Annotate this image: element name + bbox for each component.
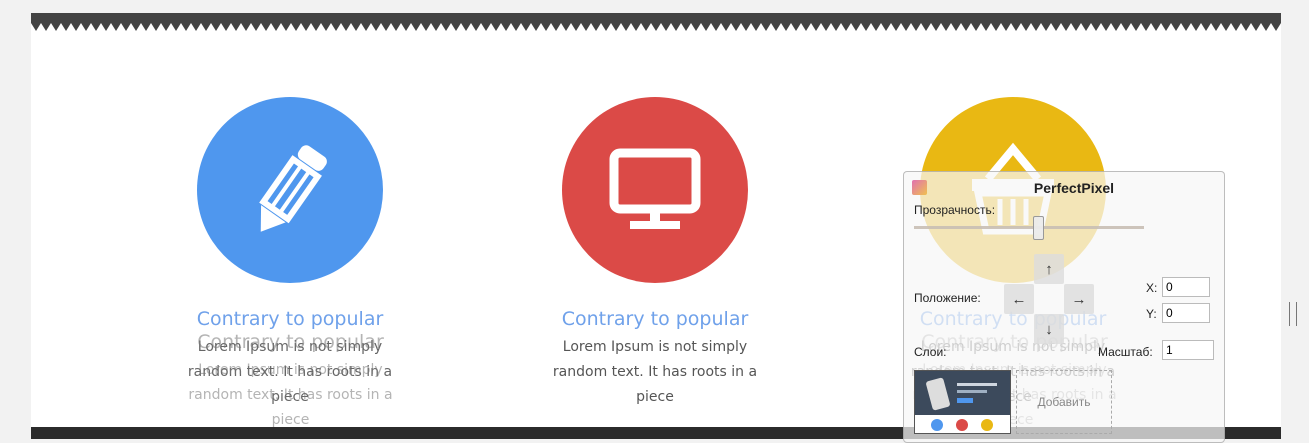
feature-card-1: Contrary to popular Lorem Ipsum is not s…	[160, 97, 420, 428]
y-offset-input[interactable]	[1162, 303, 1210, 323]
opacity-slider-thumb[interactable]	[1033, 216, 1044, 240]
scale-input[interactable]	[1162, 340, 1214, 360]
opacity-slider[interactable]	[914, 226, 1144, 229]
move-left-button[interactable]: ←	[1004, 284, 1034, 314]
x-offset-input[interactable]	[1162, 277, 1210, 297]
feature-title: Contrary to popular	[561, 308, 749, 330]
feature-text: Lorem Ipsum is not simply random text. I…	[552, 339, 758, 405]
opacity-label: Прозрачность:	[914, 203, 996, 217]
scale-label: Масштаб:	[1098, 345, 1153, 359]
x-label: X:	[1146, 281, 1158, 295]
monitor-icon	[562, 97, 748, 283]
add-layer-button[interactable]: Добавить	[1016, 370, 1112, 434]
resize-handle[interactable]	[1289, 302, 1297, 326]
top-zigzag-border	[31, 13, 1281, 31]
perfectpixel-panel: PerfectPixel Прозрачность: Положение: ↑ …	[903, 171, 1225, 443]
pencil-icon	[197, 97, 383, 283]
feature-text: Lorem Ipsum is not simply random text. I…	[187, 339, 393, 405]
layer-thumbnail[interactable]	[914, 370, 1011, 434]
feature-title: Contrary to popular	[196, 308, 384, 330]
y-label: Y:	[1146, 307, 1157, 321]
feature-card-2: Contrary to popular Lorem Ipsum is not s…	[525, 97, 785, 410]
move-up-button[interactable]: ↑	[1034, 254, 1064, 284]
layers-label: Слои:	[914, 345, 947, 359]
panel-title: PerfectPixel	[1033, 180, 1115, 196]
move-down-button[interactable]: ↓	[1034, 314, 1064, 344]
position-label: Положение:	[914, 291, 981, 305]
move-right-button[interactable]: →	[1064, 284, 1094, 314]
